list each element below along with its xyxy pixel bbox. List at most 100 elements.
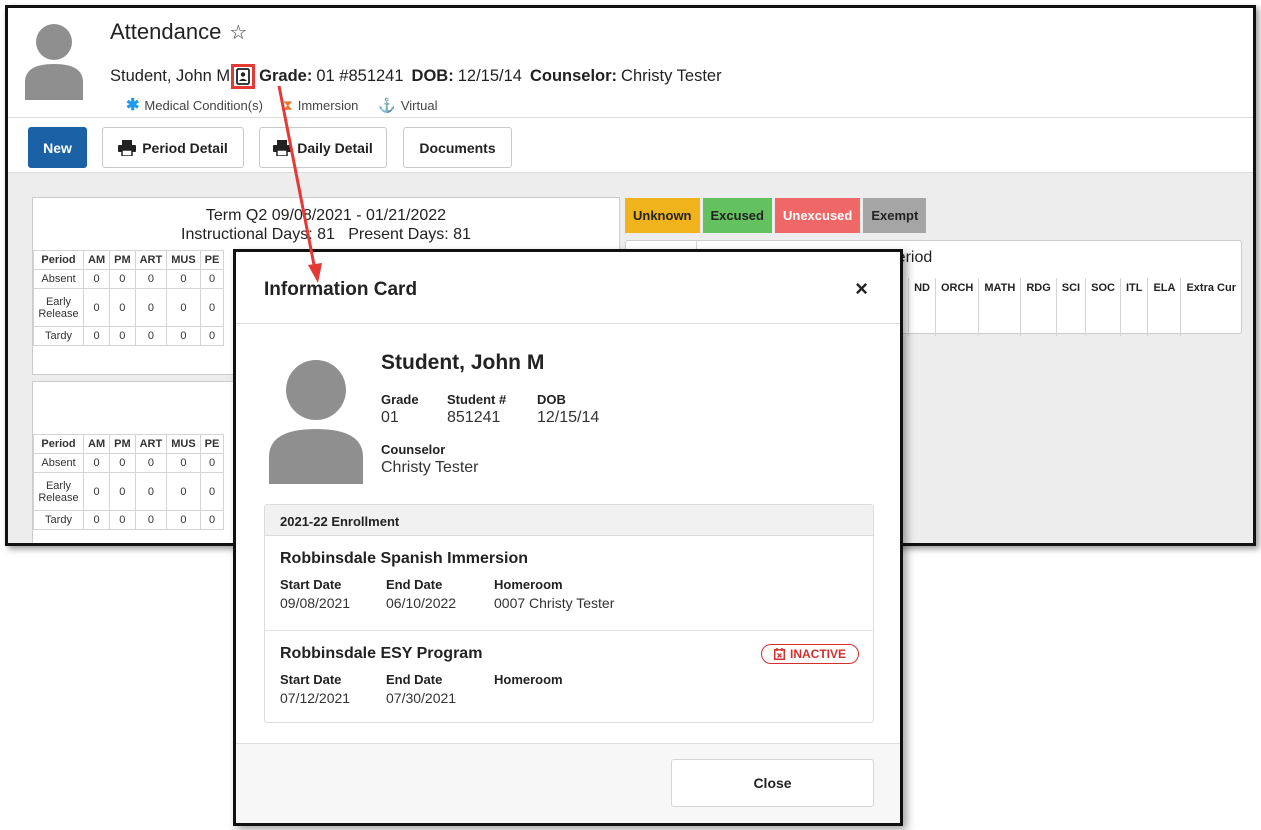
table-row: Early Release 0 0 0 0 0	[33, 288, 225, 327]
field-value: 06/10/2022	[386, 595, 457, 611]
row-label: Absent	[33, 269, 84, 289]
end-date: End Date 06/10/2022	[386, 577, 456, 611]
column-header: ART	[134, 250, 168, 270]
table-cell: 0	[134, 269, 168, 289]
legend-unknown: Unknown	[625, 198, 700, 233]
calendar-x-icon	[773, 648, 785, 660]
legend-exempt: Exempt	[863, 198, 927, 233]
period-column: ND	[908, 278, 935, 336]
flag-label: Virtual	[400, 97, 438, 113]
column-header: PM	[109, 250, 136, 270]
field-label: Homeroom	[494, 577, 563, 592]
table-cell: 0	[109, 269, 136, 289]
period-column: SCI	[1055, 278, 1085, 336]
dialog-footer: Close	[236, 743, 900, 823]
period-column: Extra Cur	[1180, 278, 1241, 336]
table-cell: 0	[82, 510, 111, 530]
column-header: AM	[82, 434, 111, 454]
documents-button[interactable]: Documents	[403, 127, 512, 168]
close-icon[interactable]: ×	[855, 276, 868, 302]
information-card-dialog: Information Card × Student, John M Grade…	[233, 249, 903, 826]
star-icon[interactable]: ☆	[229, 20, 247, 45]
card-counselor: Counselor Christy Tester	[381, 442, 479, 477]
table-cell: 0	[166, 326, 201, 346]
period-column: RDG	[1020, 278, 1055, 336]
attendance-table: Period AM PM ART MUS PE Absent 0 0 0 0 0…	[33, 250, 225, 346]
table-row: Absent 0 0 0 0 0	[33, 453, 225, 473]
enrollment-panel: 2021-22 Enrollment Robbinsdale Spanish I…	[264, 504, 874, 723]
table-cell: 0	[166, 510, 201, 530]
table-cell: 0	[109, 288, 136, 327]
daily-detail-button[interactable]: Daily Detail	[259, 127, 387, 168]
legend-unexcused: Unexcused	[774, 198, 861, 233]
field-value: 07/12/2021	[280, 690, 351, 706]
counselor-value: Christy Tester	[621, 67, 722, 85]
page-title-text: Attendance	[110, 19, 222, 44]
row-label: Absent	[33, 453, 84, 473]
printer-icon	[118, 139, 137, 156]
dob-value: 12/15/14	[457, 67, 522, 85]
table-cell: 0	[199, 472, 225, 511]
row-label: Early Release	[33, 288, 84, 327]
table-cell: 0	[109, 326, 136, 346]
start-date: Start Date 09/08/2021	[280, 577, 350, 611]
fact-value: 12/15/14	[537, 409, 600, 426]
flag-medical[interactable]: ✱ Medical Condition(s)	[126, 95, 263, 115]
school-name: Robbinsdale ESY Program	[280, 645, 483, 662]
table-cell: 0	[134, 288, 168, 327]
field-label: Homeroom	[494, 672, 563, 687]
table-cell: 0	[166, 288, 201, 327]
table-cell: 0	[134, 472, 168, 511]
fact-label: Grade	[381, 392, 419, 407]
field-value: 09/08/2021	[280, 595, 351, 611]
flag-virtual[interactable]: ⚓ Virtual	[378, 97, 437, 114]
table-cell: 0	[134, 510, 168, 530]
term-heading: Term Q2 09/08/2021 - 01/21/2022 Instruct…	[33, 198, 619, 250]
period-detail-button[interactable]: Period Detail	[102, 127, 244, 168]
card-student-number: Student # 851241	[447, 392, 506, 427]
fact-value: 851241	[447, 409, 501, 426]
table-cell: 0	[82, 269, 111, 289]
attendance-legend: Unknown Excused Unexcused Exempt	[625, 198, 927, 233]
start-date: Start Date 07/12/2021	[280, 672, 350, 706]
information-card-icon[interactable]	[231, 64, 256, 89]
school-name: Robbinsdale Spanish Immersion	[280, 550, 529, 567]
student-avatar-icon	[25, 24, 83, 100]
term-dates: Term Q2 09/08/2021 - 01/21/2022	[205, 207, 447, 224]
period-column: SOC	[1085, 278, 1120, 336]
table-cell: 0	[109, 453, 136, 473]
flag-immersion[interactable]: ⧗ Immersion	[283, 97, 359, 114]
immersion-icon: ⧗	[282, 96, 293, 113]
virtual-icon: ⚓	[378, 96, 396, 113]
enrollment-item: Robbinsdale ESY Program INACTIVE Start D…	[265, 630, 873, 724]
table-cell: 0	[199, 288, 225, 327]
column-header: MUS	[166, 434, 201, 454]
grade-label: Grade:	[259, 67, 313, 85]
legend-excused: Excused	[702, 198, 772, 233]
fact-label: DOB	[537, 392, 566, 407]
grade-value: 01 #851241	[316, 67, 404, 85]
card-student-name: Student, John M	[381, 351, 545, 374]
flag-label: Medical Condition(s)	[144, 97, 263, 113]
dialog-header: Information Card ×	[236, 252, 900, 324]
table-row: Tardy 0 0 0 0 0	[33, 326, 225, 346]
table-cell: 0	[199, 453, 225, 473]
page-title: Attendance ☆	[110, 19, 247, 45]
table-cell: 0	[109, 510, 136, 530]
new-button[interactable]: New	[28, 127, 87, 168]
field-label: End Date	[386, 577, 443, 592]
student-header: Attendance ☆ Student, John M Grade: 01 #…	[8, 8, 1253, 118]
fact-value: 01	[381, 409, 399, 426]
table-cell: 0	[166, 453, 201, 473]
period-column: ITL	[1119, 278, 1148, 336]
term-days: Instructional Days: 81 Present Days: 81	[181, 226, 471, 243]
close-button[interactable]: Close	[671, 759, 874, 807]
attendance-table: Period AM PM ART MUS PE Absent 0 0 0 0 0…	[33, 434, 225, 530]
table-header-row: Period AM PM ART MUS PE	[33, 250, 225, 270]
enrollment-heading: 2021-22 Enrollment	[265, 505, 873, 536]
column-header: PE	[199, 434, 225, 454]
table-row: Tardy 0 0 0 0 0	[33, 510, 225, 530]
period-column: ELA	[1147, 278, 1180, 336]
student-flags: ✱ Medical Condition(s) ⧗ Immersion ⚓ Vir…	[126, 95, 437, 115]
end-date: End Date 07/30/2021	[386, 672, 456, 706]
